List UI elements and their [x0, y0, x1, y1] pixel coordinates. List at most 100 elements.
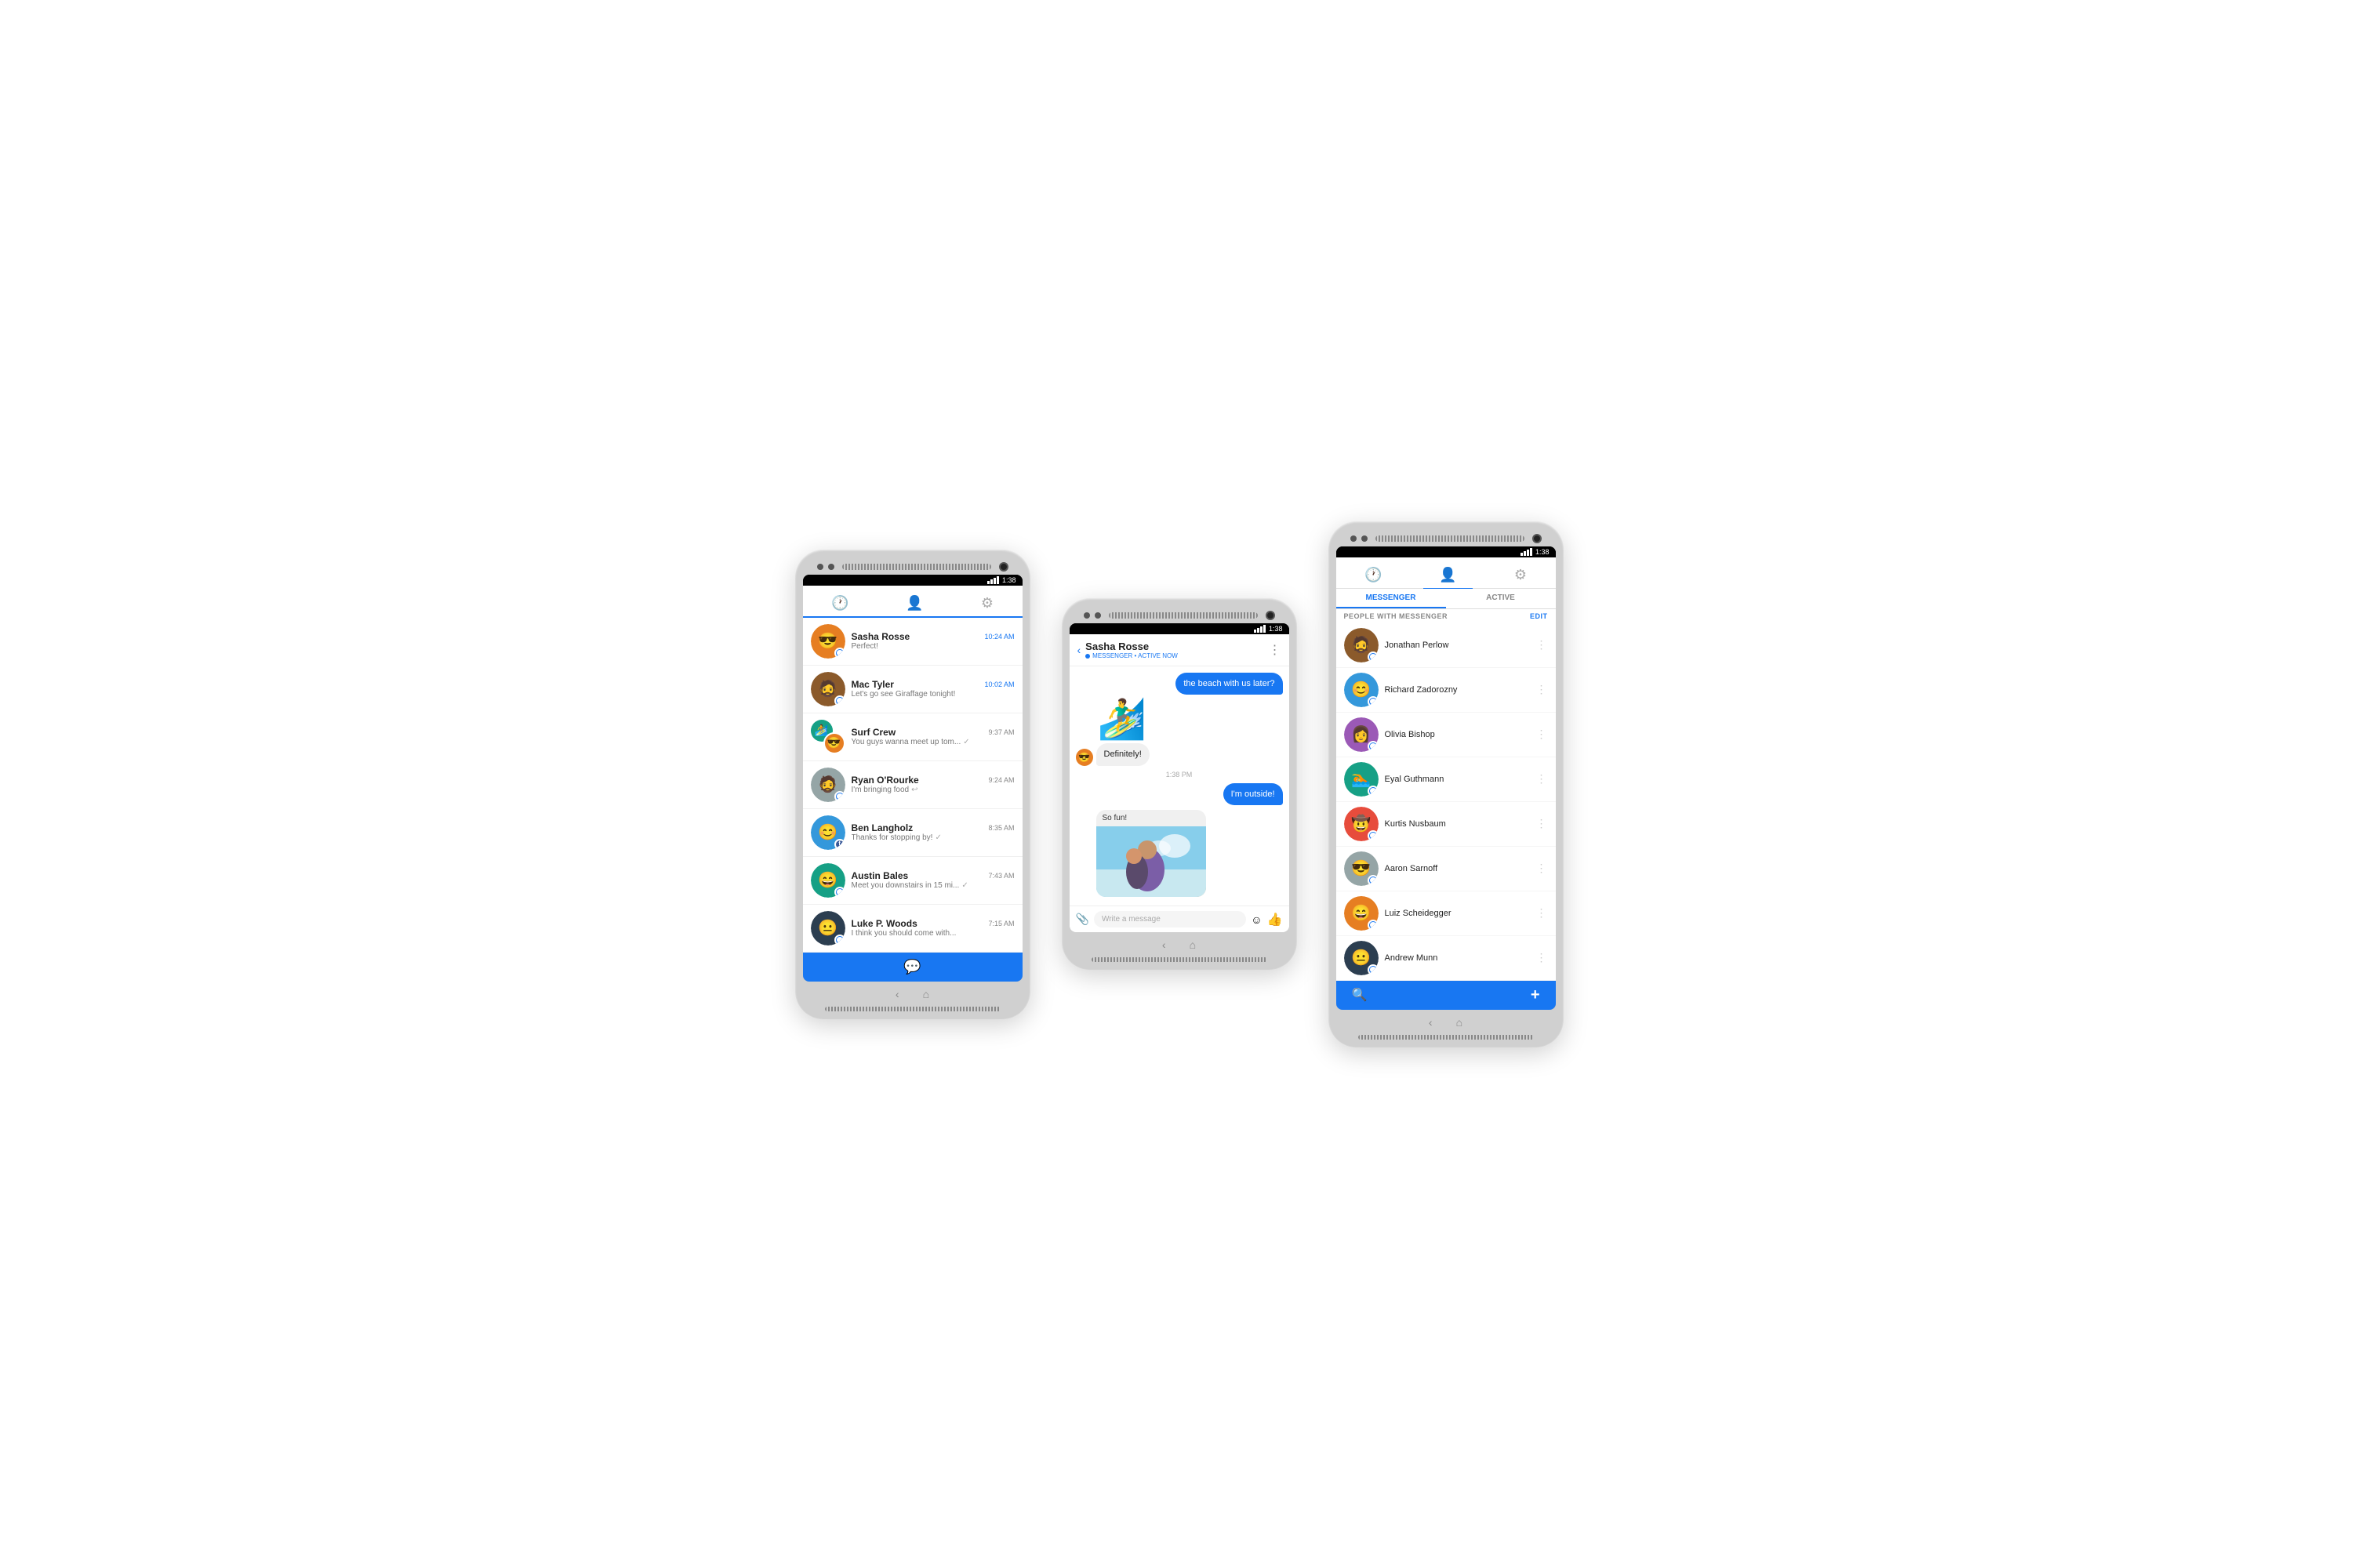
search-icon[interactable]: 🔍 [1352, 987, 1368, 1003]
list-item[interactable]: 🏄 😎 Surf Crew 9:37 AM You guys wanna mee… [803, 713, 1023, 761]
like-icon[interactable]: 👍 [1267, 912, 1283, 927]
active-status: MESSENGER • ACTIVE NOW [1092, 652, 1178, 659]
message-content: Mac Tyler 10:02 AM Let's go see Giraffag… [852, 679, 1015, 699]
message-content: Ryan O'Rourke 9:24 AM I'm bringing food … [852, 775, 1015, 794]
status-bar-1: 1:38 [803, 575, 1023, 586]
back-button[interactable]: ‹ [896, 988, 899, 1000]
message-content: Austin Bales 7:43 AM Meet you downstairs… [852, 870, 1015, 890]
message-content: Surf Crew 9:37 AM You guys wanna meet up… [852, 727, 1015, 746]
phone-top-3 [1336, 529, 1556, 546]
more-icon[interactable]: ⋮ [1536, 638, 1548, 652]
dot [1084, 612, 1090, 619]
avatar: 😎 [811, 624, 845, 659]
tab-settings[interactable]: ⚙ [1499, 564, 1542, 588]
more-icon[interactable]: ⋮ [1536, 951, 1548, 964]
chat-contact-info: Sasha Rosse MESSENGER • ACTIVE NOW [1085, 641, 1178, 659]
list-item[interactable]: 🤠 Kurtis Nusbaum ⋮ [1336, 802, 1556, 847]
list-item[interactable]: 😐 Luke P. Woods 7:15 AM I think you shou… [803, 905, 1023, 953]
facebook-badge: f [834, 839, 845, 850]
messenger-badge [1368, 652, 1379, 662]
avatar: 😐 [1344, 941, 1379, 975]
chat-body: the beach with us later? 🏄‍♂️ 😎 Definite… [1070, 666, 1289, 906]
avatar: 🧔 [811, 672, 845, 706]
tab-settings[interactable]: ⚙ [965, 592, 1009, 616]
messenger-badge [834, 648, 845, 659]
message-list: 😎 Sasha Rosse 10:24 AM Perfect! [803, 618, 1023, 953]
tab-messenger[interactable]: MESSENGER [1336, 589, 1446, 608]
tab-people[interactable]: 👤 [890, 592, 939, 616]
message-input[interactable]: Write a message [1094, 911, 1246, 927]
back-button[interactable]: ‹ [1077, 644, 1081, 656]
phone-speaker [1375, 535, 1524, 542]
message-row-in: 😎 Definitely! [1076, 743, 1283, 765]
app-screen-1: 🕐 👤 ⚙ 😎 Sasha Rosse [803, 586, 1023, 982]
list-item[interactable]: 😄 Luiz Scheidegger ⋮ [1336, 891, 1556, 936]
list-item[interactable]: 😊 f Ben Langholz 8:35 AM Thanks for stop… [803, 809, 1023, 857]
dot [1095, 612, 1101, 619]
app-screen-3: 🕐 👤 ⚙ MESSENGER ACTIVE PEOPLE WITH MESSE… [1336, 557, 1556, 1010]
signal-icon [1521, 548, 1532, 556]
message-content: Sasha Rosse 10:24 AM Perfect! [852, 631, 1015, 651]
list-item[interactable]: 👩 Olivia Bishop ⋮ [1336, 713, 1556, 757]
phone-2: 1:38 ‹ Sasha Rosse MESSENGER • ACTIVE NO… [1062, 598, 1297, 970]
edit-button[interactable]: EDIT [1530, 612, 1548, 620]
avatar: 🧔 [1344, 628, 1379, 662]
more-icon[interactable]: ⋮ [1536, 817, 1548, 830]
tab-recent[interactable]: 🕐 [1349, 564, 1397, 588]
list-item[interactable]: 😎 Aaron Sarnoff ⋮ [1336, 847, 1556, 891]
list-item[interactable]: 😊 Richard Zadorozny ⋮ [1336, 668, 1556, 713]
message-preview: Let's go see Giraffage tonight! [852, 690, 1015, 699]
message-preview: You guys wanna meet up tom... ✓ [852, 738, 1015, 746]
dot [1361, 535, 1368, 542]
chat-header-left: ‹ Sasha Rosse MESSENGER • ACTIVE NOW [1077, 641, 1178, 659]
more-icon[interactable]: ⋮ [1536, 683, 1548, 696]
message-time: 8:35 AM [988, 824, 1014, 832]
list-item[interactable]: 😎 Sasha Rosse 10:24 AM Perfect! [803, 618, 1023, 666]
list-item[interactable]: 🧔 Mac Tyler 10:02 AM Let's go see Giraff… [803, 666, 1023, 713]
contact-name: Aaron Sarnoff [1385, 864, 1530, 873]
messenger-badge [1368, 696, 1379, 707]
contact-name: Luiz Scheidegger [1385, 909, 1530, 918]
list-item[interactable]: 🧔 Ryan O'Rourke 9:24 AM I'm bringing foo… [803, 761, 1023, 809]
more-icon[interactable]: ⋮ [1536, 862, 1548, 875]
avatar: 🏊 [1344, 762, 1379, 797]
tab-recent[interactable]: 🕐 [816, 592, 864, 618]
list-item[interactable]: 🏊 Eyal Guthmann ⋮ [1336, 757, 1556, 802]
contact-name: Ryan O'Rourke [852, 775, 919, 786]
compose-icon[interactable]: 💬 [903, 959, 921, 975]
contact-name: Ben Langholz [852, 822, 914, 833]
list-item[interactable]: 😄 Austin Bales 7:43 AM Meet you downstai… [803, 857, 1023, 905]
more-icon[interactable]: ⋮ [1536, 906, 1548, 920]
phone-nav-3: ‹ ⌂ [1336, 1010, 1556, 1032]
phone-screen-3: 1:38 🕐 👤 ⚙ MESSENGER ACTIVE PEOPLE WITH … [1336, 546, 1556, 1010]
home-button[interactable]: ⌂ [1456, 1016, 1462, 1029]
tab-people[interactable]: 👤 [1423, 564, 1472, 590]
status-time-1: 1:38 [1002, 576, 1016, 584]
more-icon[interactable]: ⋮ [1536, 772, 1548, 786]
dot [817, 564, 823, 570]
phone-camera [1266, 611, 1275, 620]
avatar: 👩 [1344, 717, 1379, 752]
avatar: 😄 [811, 863, 845, 898]
status-time-3: 1:38 [1535, 548, 1550, 556]
list-item[interactable]: 😐 Andrew Munn ⋮ [1336, 936, 1556, 981]
emoji-icon[interactable]: ☺ [1251, 913, 1262, 926]
tab-active[interactable]: ACTIVE [1446, 589, 1556, 608]
message-time: 9:24 AM [988, 776, 1014, 784]
add-contact-icon[interactable]: + [1531, 986, 1540, 1004]
bottom-speaker [1358, 1035, 1534, 1040]
phone-camera [999, 562, 1008, 572]
home-button[interactable]: ⌂ [1190, 938, 1196, 951]
message-content: Luke P. Woods 7:15 AM I think you should… [852, 918, 1015, 938]
more-options-icon[interactable]: ⋮ [1269, 642, 1281, 658]
chat-bubble-out: I'm outside! [1223, 783, 1283, 805]
avatar: 😎 [1344, 851, 1379, 886]
chat-input-row: 📎 Write a message ☺ 👍 [1070, 906, 1289, 932]
home-button[interactable]: ⌂ [923, 988, 929, 1000]
attach-icon[interactable]: 📎 [1076, 913, 1089, 926]
back-button[interactable]: ‹ [1162, 938, 1166, 951]
back-button[interactable]: ‹ [1429, 1016, 1433, 1029]
message-time: 7:43 AM [988, 872, 1014, 880]
list-item[interactable]: 🧔 Jonathan Perlow ⋮ [1336, 623, 1556, 668]
more-icon[interactable]: ⋮ [1536, 728, 1548, 741]
